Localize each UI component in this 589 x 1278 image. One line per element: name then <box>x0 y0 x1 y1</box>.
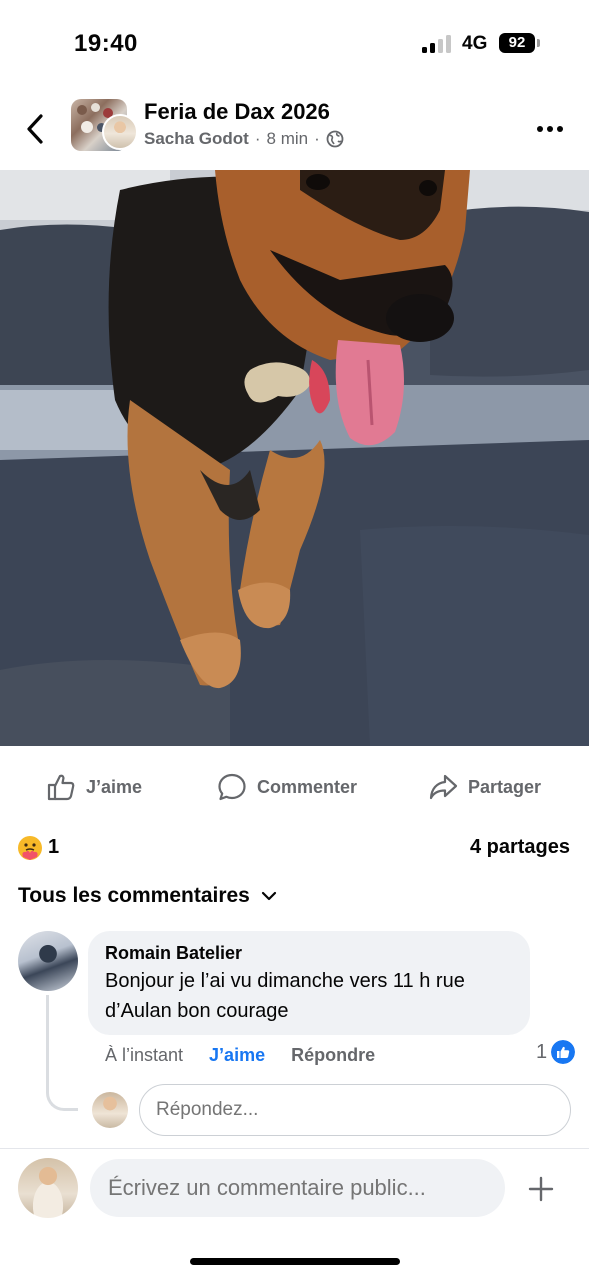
commenter-avatar[interactable] <box>18 931 78 991</box>
author-name[interactable]: Sacha Godot <box>144 129 249 149</box>
comment-like-button[interactable]: J’aime <box>209 1045 265 1066</box>
composer-divider <box>0 1148 589 1149</box>
reaction-summary[interactable]: 1 4 partages <box>0 832 589 864</box>
public-comment-input[interactable] <box>90 1159 505 1217</box>
post-actions: J’aime Commenter Partager <box>0 762 589 812</box>
share-label: Partager <box>468 776 542 797</box>
chevron-down-icon <box>261 891 276 901</box>
comment-author[interactable]: Romain Batelier <box>105 942 513 964</box>
share-button[interactable]: Partager <box>428 770 541 804</box>
status-bar: 19:40 4G 92 <box>0 0 589 88</box>
post-meta: Sacha Godot · 8 min · <box>144 129 344 149</box>
post-header: Feria de Dax 2026 Sacha Godot · 8 min · <box>0 88 589 170</box>
comment-like-number: 1 <box>536 1040 548 1063</box>
post-photo[interactable] <box>0 170 589 746</box>
like-button[interactable]: J’aime <box>46 770 142 804</box>
comment-like-count[interactable]: 1 <box>536 1040 576 1064</box>
comment-bubble-icon <box>218 773 246 801</box>
more-options-button[interactable] <box>537 124 567 134</box>
comment-actions: À l’instant J’aime Répondre <box>105 1042 375 1068</box>
comment-time: À l’instant <box>105 1044 184 1065</box>
battery-icon: 92 <box>499 33 535 53</box>
globe-icon <box>326 130 344 148</box>
like-label: J’aime <box>86 776 143 797</box>
meta-separator: · <box>254 129 261 148</box>
author-avatar[interactable] <box>102 114 138 150</box>
group-title[interactable]: Feria de Dax 2026 <box>144 99 330 125</box>
network-type: 4G <box>462 33 488 54</box>
comments-filter-dropdown[interactable]: Tous les commentaires <box>18 884 278 908</box>
share-arrow-icon <box>429 774 458 800</box>
comment-bubble[interactable]: Romain Batelier Bonjour je l’ai vu diman… <box>88 931 530 1035</box>
battery-tip <box>537 39 540 47</box>
thread-line <box>46 995 78 1111</box>
home-indicator[interactable] <box>190 1258 400 1265</box>
share-count[interactable]: 4 partages <box>470 836 570 859</box>
chevron-left-icon <box>27 114 43 144</box>
meta-separator: · <box>314 129 320 148</box>
dog-in-car-image <box>0 170 589 746</box>
back-button[interactable] <box>22 112 50 146</box>
current-user-avatar <box>18 1158 78 1218</box>
comments-filter-label: Tous les commentaires <box>18 884 250 907</box>
comment-reply-button[interactable]: Répondre <box>291 1045 375 1066</box>
add-attachment-button[interactable] <box>528 1176 554 1202</box>
post-time: 8 min <box>266 129 309 148</box>
reaction-count: 1 <box>48 836 60 858</box>
plus-icon <box>528 1176 554 1202</box>
like-badge-icon <box>551 1040 576 1064</box>
comment-button[interactable]: Commenter <box>217 770 357 804</box>
comment-text: Bonjour je l’ai vu dimanche vers 11 h ru… <box>105 970 465 1022</box>
comment-label: Commenter <box>257 776 358 797</box>
reply-user-avatar <box>92 1092 128 1128</box>
reply-input[interactable] <box>139 1084 571 1136</box>
care-emoji-icon <box>18 836 42 860</box>
status-time: 19:40 <box>74 30 138 57</box>
signal-icon <box>422 35 454 53</box>
thumbs-up-icon <box>47 774 75 801</box>
